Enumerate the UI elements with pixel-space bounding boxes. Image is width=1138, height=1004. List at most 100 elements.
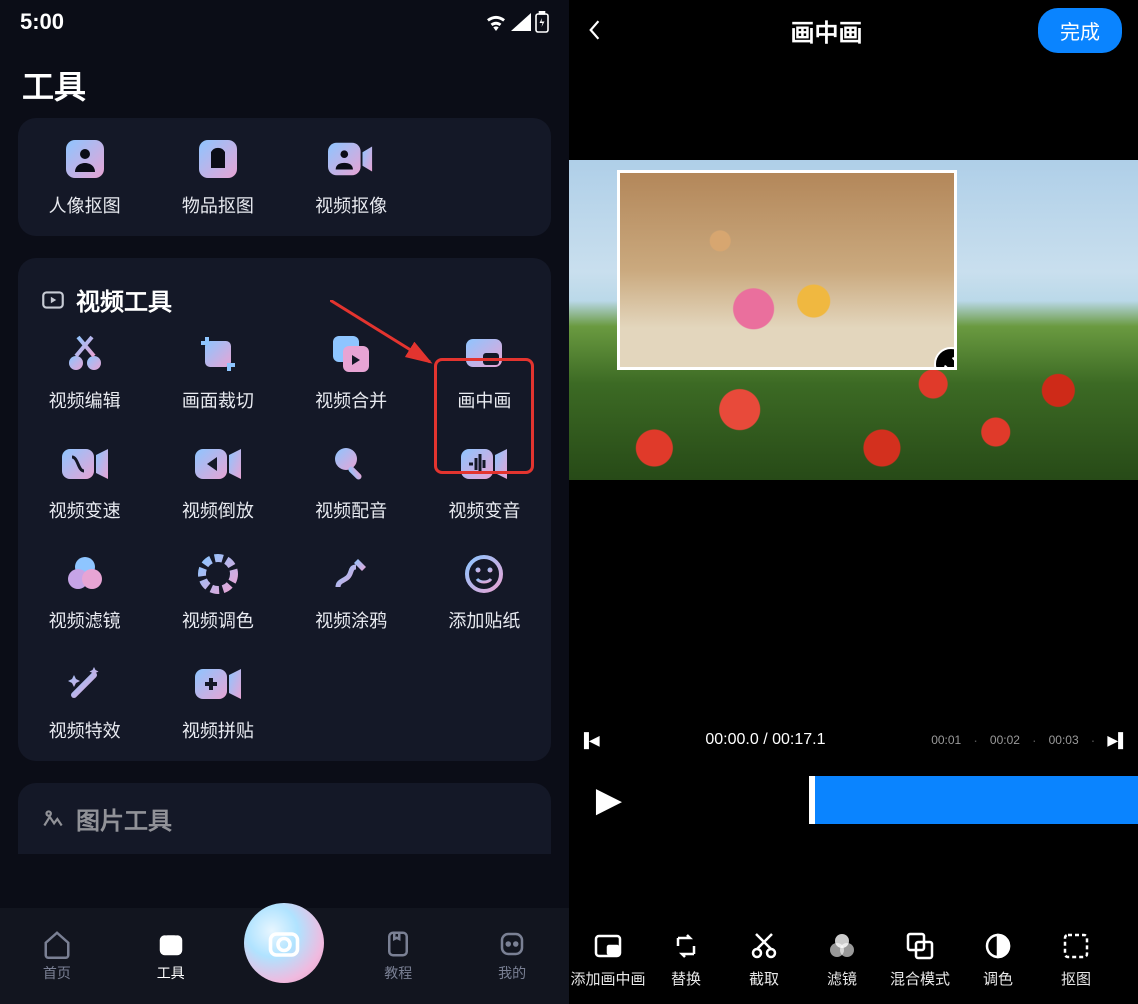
- tool-label: 视频调色: [182, 607, 254, 633]
- tool-video-edit[interactable]: 视频编辑: [18, 331, 151, 413]
- nav-tutorials[interactable]: 教程: [341, 929, 455, 983]
- video-edit-icon: [62, 331, 108, 377]
- editor-tool-mask[interactable]: 蒙: [1119, 928, 1138, 989]
- tool-speed[interactable]: 视频变速: [18, 441, 151, 523]
- video-matting-icon: [328, 136, 374, 182]
- tool-person-cutout[interactable]: 人像抠图: [18, 136, 151, 218]
- nav-label: 我的: [498, 963, 526, 983]
- person-cutout-icon: [62, 136, 108, 182]
- tool-label: 视频配音: [315, 497, 387, 523]
- editor-tool-add-pip[interactable]: 添加画中画: [573, 928, 643, 989]
- tools-icon: [156, 929, 186, 959]
- etool-label: 混合模式: [890, 968, 950, 989]
- tool-object-cutout[interactable]: 物品抠图: [151, 136, 284, 218]
- editor-tool-filter[interactable]: 滤镜: [807, 928, 877, 989]
- speed-icon: [62, 441, 108, 487]
- tool-label: 视频变速: [49, 497, 121, 523]
- timeline-track: ▶: [569, 760, 1138, 840]
- clip-track[interactable]: [649, 770, 1138, 830]
- tool-label: 视频滤镜: [49, 607, 121, 633]
- tool-video-matting[interactable]: 视频抠像: [285, 136, 418, 218]
- merge-icon: [328, 331, 374, 377]
- tick: 00:01: [931, 733, 961, 747]
- top-tools-card: 人像抠图 物品抠图 视频抠像: [18, 118, 551, 236]
- pip-frame[interactable]: [617, 170, 957, 370]
- seek-end-button[interactable]: ▶▌: [1107, 732, 1128, 749]
- tool-voice-change[interactable]: 视频变音: [418, 441, 551, 523]
- color-icon: [980, 928, 1016, 964]
- tool-label: 视频变音: [448, 497, 520, 523]
- chevron-left-icon: [585, 19, 603, 41]
- time-total: 00:17.1: [772, 731, 825, 748]
- tool-effects[interactable]: 视频特效: [18, 661, 151, 743]
- cut-icon: [746, 928, 782, 964]
- editor-tool-replace[interactable]: 替换: [651, 928, 721, 989]
- tick: 00:02: [990, 733, 1020, 747]
- top-tools-grid: 人像抠图 物品抠图 视频抠像: [18, 136, 551, 218]
- pip-icon: [461, 331, 507, 377]
- editor-tool-color[interactable]: 调色: [963, 928, 1033, 989]
- etool-label: 替换: [671, 968, 701, 989]
- reverse-icon: [195, 441, 241, 487]
- preview-background: [569, 160, 1138, 480]
- time-current: 00:00.0: [705, 731, 758, 748]
- timeline-clip[interactable]: [809, 776, 1138, 824]
- capture-button[interactable]: [244, 903, 324, 983]
- card-header-video: 视频工具: [18, 276, 551, 331]
- color-icon: [195, 551, 241, 597]
- tool-label: 视频涂鸦: [315, 607, 387, 633]
- etool-label: 添加画中画: [571, 968, 646, 989]
- doodle-icon: [328, 551, 374, 597]
- nav-home[interactable]: 首页: [0, 929, 114, 983]
- seek-start-button[interactable]: ▐◀: [579, 732, 600, 749]
- card-title: 视频工具: [76, 282, 172, 317]
- pip-content: [620, 173, 954, 367]
- tool-label: 视频特效: [49, 717, 121, 743]
- tool-sticker[interactable]: 添加贴纸: [418, 551, 551, 633]
- back-button[interactable]: [585, 19, 615, 41]
- cutout-icon: [1058, 928, 1094, 964]
- page-title: 工具: [0, 44, 569, 118]
- editor-tool-cut[interactable]: 截取: [729, 928, 799, 989]
- editor-tool-cutout[interactable]: 抠图: [1041, 928, 1111, 989]
- signal-icon: [511, 13, 531, 31]
- tool-pip[interactable]: 画中画: [418, 331, 551, 413]
- editor-tool-blend[interactable]: 混合模式: [885, 928, 955, 989]
- camera-icon: [266, 925, 302, 961]
- tool-crop[interactable]: 画面裁切: [151, 331, 284, 413]
- nav-label: 工具: [157, 963, 185, 983]
- preview-area[interactable]: [569, 60, 1138, 580]
- tool-filter[interactable]: 视频滤镜: [18, 551, 151, 633]
- tutorials-icon: [383, 929, 413, 959]
- video-section-icon: [40, 287, 66, 313]
- battery-icon: [535, 11, 549, 33]
- nav-tools[interactable]: 工具: [114, 929, 228, 983]
- replace-icon: [668, 928, 704, 964]
- tool-dub[interactable]: 视频配音: [285, 441, 418, 523]
- timeline-ruler: ▐◀ 00:00.0 / 00:17.1 00:01 · 00:02 · 00:…: [569, 720, 1138, 760]
- image-section-icon: [40, 806, 66, 832]
- video-tools-grid: 视频编辑画面裁切视频合并画中画视频变速视频倒放视频配音视频变音视频滤镜视频调色视…: [18, 331, 551, 743]
- done-button[interactable]: 完成: [1038, 8, 1122, 53]
- image-section-title: 图片工具: [76, 801, 172, 836]
- collage-icon: [195, 661, 241, 707]
- nav-capture[interactable]: [228, 929, 342, 983]
- tool-label: 视频合并: [315, 387, 387, 413]
- mine-icon: [497, 929, 527, 959]
- play-button[interactable]: ▶: [569, 780, 649, 820]
- filter-icon: [824, 928, 860, 964]
- effects-icon: [62, 661, 108, 707]
- add-pip-icon: [590, 928, 626, 964]
- tool-collage[interactable]: 视频拼贴: [151, 661, 284, 743]
- tool-label: 视频抠像: [315, 192, 387, 218]
- nav-mine[interactable]: 我的: [455, 929, 569, 983]
- tool-merge[interactable]: 视频合并: [285, 331, 418, 413]
- tool-doodle[interactable]: 视频涂鸦: [285, 551, 418, 633]
- tool-label: 画中画: [457, 387, 511, 413]
- editor-tools-bar: 添加画中画 替换 截取滤镜混合模式调色抠图蒙: [569, 912, 1138, 1004]
- tools-screen: 5:00 工具 人像抠图 物品抠图: [0, 0, 569, 1004]
- tool-reverse[interactable]: 视频倒放: [151, 441, 284, 523]
- tool-color[interactable]: 视频调色: [151, 551, 284, 633]
- tool-label: 物品抠图: [182, 192, 254, 218]
- tool-label: 添加贴纸: [448, 607, 520, 633]
